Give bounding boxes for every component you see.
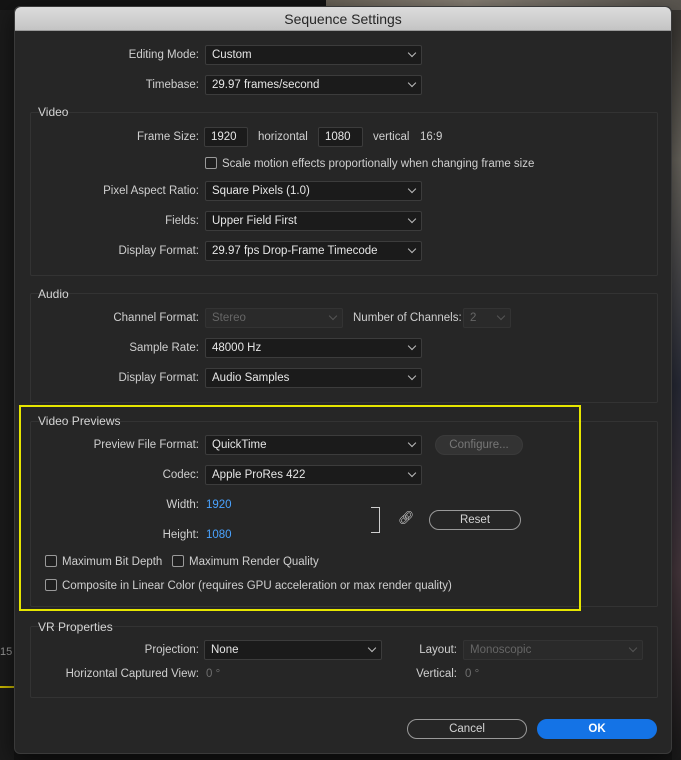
channel-format-value: Stereo: [212, 312, 246, 324]
vertical-label: vertical: [373, 131, 410, 143]
sample-rate-label: Sample Rate:: [129, 342, 199, 354]
layout-label: Layout:: [419, 644, 457, 656]
audio-display-format-label: Display Format:: [118, 372, 199, 384]
horizontal-label: horizontal: [258, 131, 308, 143]
channel-format-label: Channel Format:: [113, 312, 199, 324]
pixel-aspect-dropdown[interactable]: Square Pixels (1.0): [205, 181, 422, 201]
channel-format-dropdown: Stereo: [205, 308, 343, 328]
projection-dropdown[interactable]: None: [204, 640, 382, 660]
chevron-down-icon: [496, 311, 506, 321]
chevron-down-icon: [407, 244, 417, 254]
background-playhead-line: [0, 686, 14, 688]
vr-properties-section: [30, 626, 658, 698]
highlight-box: [19, 405, 581, 611]
chevron-down-icon: [407, 184, 417, 194]
chevron-down-icon: [407, 341, 417, 351]
frame-height-input[interactable]: 1080: [318, 127, 363, 147]
chevron-down-icon: [407, 371, 417, 381]
video-display-format-dropdown[interactable]: 29.97 fps Drop-Frame Timecode: [205, 241, 422, 261]
pixel-aspect-label: Pixel Aspect Ratio:: [103, 185, 199, 197]
video-display-format-value: 29.97 fps Drop-Frame Timecode: [212, 245, 378, 257]
projection-label: Projection:: [144, 644, 199, 656]
cancel-button[interactable]: Cancel: [407, 719, 527, 739]
h-captured-value: 0 °: [206, 668, 221, 680]
frame-width-input[interactable]: 1920: [204, 127, 248, 147]
fields-value: Upper Field First: [212, 215, 297, 227]
background-timeline-number: 15: [0, 646, 13, 658]
pixel-aspect-value: Square Pixels (1.0): [212, 185, 310, 197]
h-captured-label: Horizontal Captured View:: [65, 668, 199, 680]
chevron-down-icon: [407, 78, 417, 88]
scale-motion-checkbox[interactable]: [205, 157, 217, 169]
timebase-value: 29.97 frames/second: [212, 79, 320, 91]
layout-value: Monoscopic: [470, 644, 532, 656]
vr-properties-title: VR Properties: [38, 620, 113, 634]
fields-label: Fields:: [165, 215, 199, 227]
num-channels-label: Number of Channels:: [353, 312, 462, 324]
background-video-frame-right: [672, 10, 681, 760]
sequence-settings-dialog: Sequence Settings Editing Mode: Custom T…: [14, 6, 672, 754]
chevron-down-icon: [407, 48, 417, 58]
video-section-title: Video: [38, 105, 69, 119]
aspect-ratio-text: 16:9: [420, 131, 443, 143]
vr-vertical-label: Vertical:: [416, 668, 457, 680]
dialog-title[interactable]: Sequence Settings: [15, 7, 671, 31]
editing-mode-dropdown[interactable]: Custom: [205, 45, 422, 65]
timebase-label: Timebase:: [145, 79, 199, 91]
audio-display-format-dropdown[interactable]: Audio Samples: [205, 368, 422, 388]
num-channels-value: 2: [470, 312, 477, 324]
audio-display-format-value: Audio Samples: [212, 372, 290, 384]
fields-dropdown[interactable]: Upper Field First: [205, 211, 422, 231]
editing-mode-label: Editing Mode:: [128, 49, 199, 61]
scale-motion-label: Scale motion effects proportionally when…: [222, 158, 535, 170]
vr-vertical-value: 0 °: [465, 668, 480, 680]
chevron-down-icon: [407, 214, 417, 224]
projection-value: None: [211, 644, 239, 656]
sample-rate-dropdown[interactable]: 48000 Hz: [205, 338, 422, 358]
ok-button[interactable]: OK: [537, 719, 657, 739]
chevron-down-icon: [628, 643, 638, 653]
sample-rate-value: 48000 Hz: [212, 342, 262, 354]
num-channels-dropdown: 2: [463, 308, 511, 328]
chevron-down-icon: [328, 311, 338, 321]
layout-dropdown: Monoscopic: [463, 640, 643, 660]
frame-size-label: Frame Size:: [137, 131, 199, 143]
editing-mode-value: Custom: [212, 49, 252, 61]
chevron-down-icon: [367, 643, 377, 653]
audio-section-title: Audio: [38, 287, 69, 301]
video-display-format-label: Display Format:: [118, 245, 199, 257]
timebase-dropdown[interactable]: 29.97 frames/second: [205, 75, 422, 95]
